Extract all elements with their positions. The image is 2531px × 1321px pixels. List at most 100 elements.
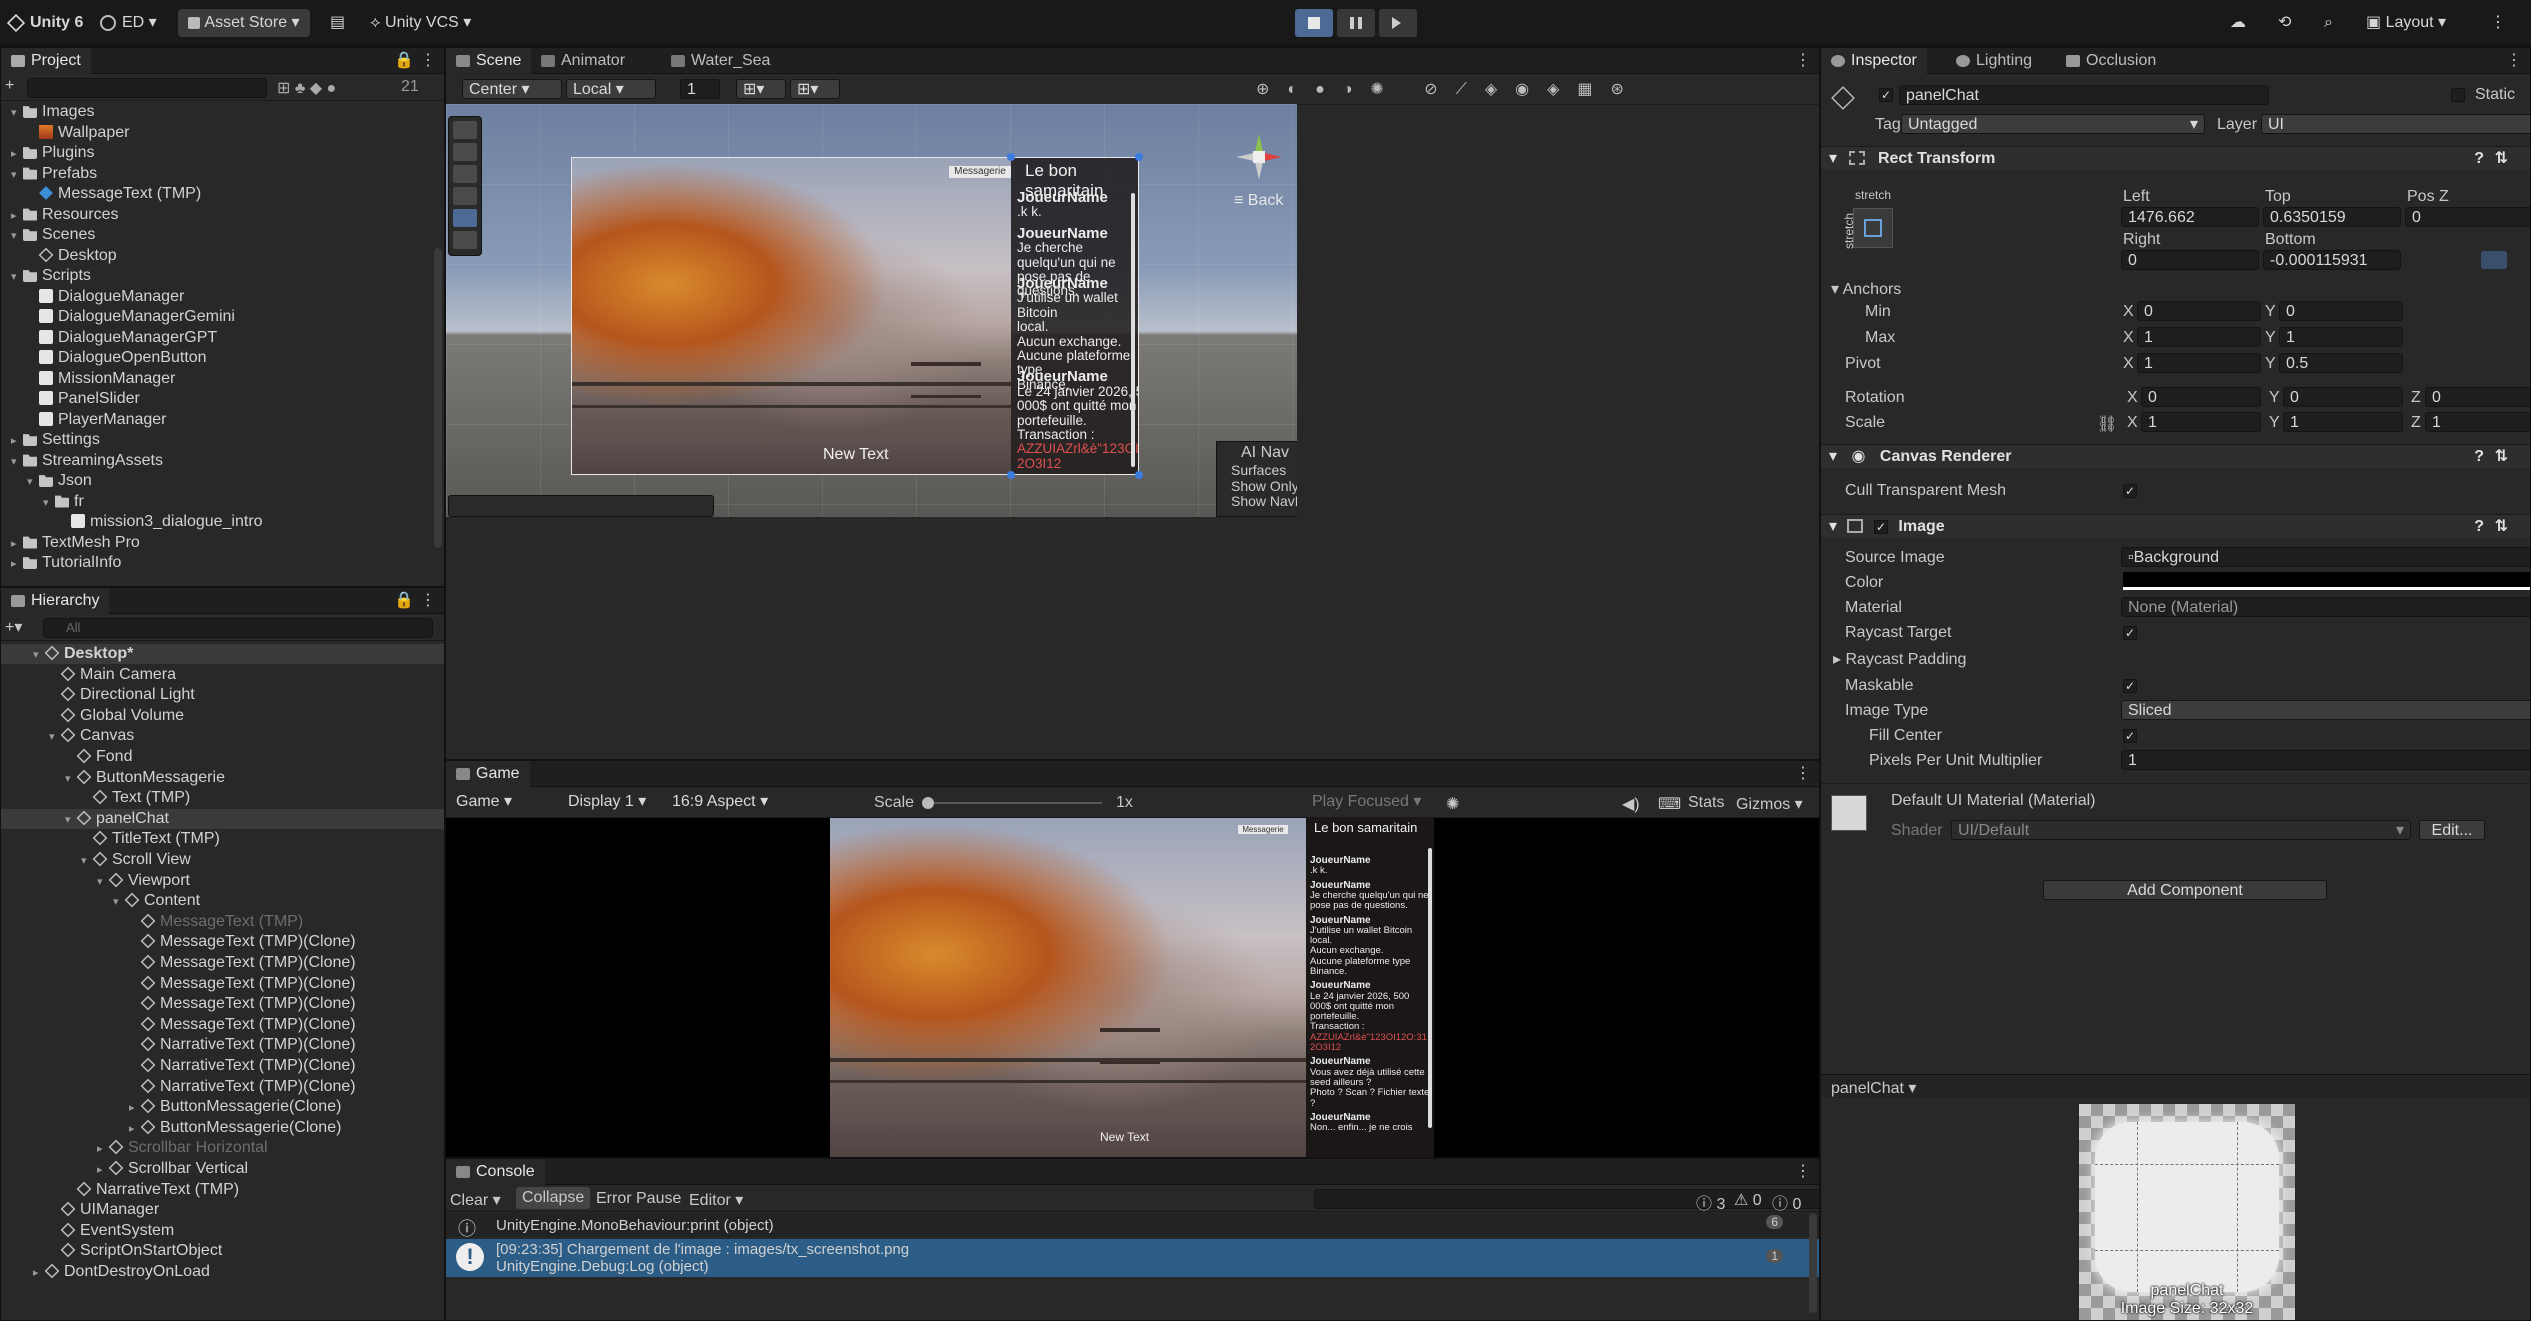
console-scrollbar[interactable]: [1809, 1213, 1817, 1313]
filter-icons[interactable]: ⊞ ♣ ◆ ●: [277, 78, 336, 98]
foldout-arrow-icon[interactable]: ▾: [81, 851, 93, 871]
error-count-button[interactable]: ⓘ 0: [1772, 1190, 1801, 1214]
foldout-arrow-icon[interactable]: ▾: [43, 493, 55, 513]
bottom-input[interactable]: -0.000115931: [2263, 250, 2401, 270]
panel-menu-icon[interactable]: ⋮: [1795, 1161, 1811, 1181]
step-button[interactable]: [1379, 9, 1417, 37]
rect-tool-icon[interactable]: [453, 209, 477, 227]
pivot-y-input[interactable]: 0.5: [2279, 353, 2403, 373]
hierarchy-item[interactable]: ▾ Viewport: [1, 871, 444, 891]
tab-occlusion[interactable]: Occlusion: [2056, 48, 2166, 74]
project-item[interactable]: ▸ TextMesh Pro: [11, 533, 140, 553]
project-item[interactable]: MissionManager: [27, 369, 175, 389]
gizmo-center[interactable]: [1253, 151, 1265, 163]
hand-tool-icon[interactable]: [453, 121, 477, 139]
play-focused-dropdown[interactable]: Play Focused ▾: [1306, 792, 1436, 812]
warn-count-button[interactable]: ⚠ 0: [1734, 1190, 1762, 1210]
chat-scrollbar[interactable]: [1428, 848, 1432, 1128]
anchor-handle[interactable]: [1135, 153, 1143, 161]
project-item[interactable]: DialogueManager: [27, 287, 184, 307]
min-y-input[interactable]: 0: [2279, 301, 2403, 321]
preview-title-dropdown[interactable]: panelChat ▾: [1831, 1078, 1916, 1098]
active-checkbox[interactable]: ✓: [1879, 88, 1893, 102]
help-icon[interactable]: ?: [2474, 445, 2484, 469]
project-item[interactable]: DialogueOpenButton: [27, 348, 207, 368]
rot-z-input[interactable]: 0: [2425, 387, 2530, 407]
scale-x-input[interactable]: 1: [2141, 412, 2261, 432]
panel-menu-icon[interactable]: ⋮: [420, 590, 436, 610]
foldout-arrow-icon[interactable]: ▸: [97, 1139, 109, 1159]
create-icon[interactable]: +▾: [5, 617, 22, 637]
tab-hierarchy[interactable]: Hierarchy: [1, 588, 110, 614]
scale-slider-handle[interactable]: [922, 797, 934, 809]
toolbar-menu-icon[interactable]: ⋮: [2490, 8, 2506, 38]
anchor-handle[interactable]: [1007, 471, 1015, 479]
foldout-arrow-icon[interactable]: ▾: [65, 810, 77, 830]
tag-dropdown[interactable]: Untagged ▾: [1901, 114, 2205, 134]
scale-z-input[interactable]: 1: [2425, 412, 2530, 432]
mute-icon[interactable]: ◀): [1622, 794, 1640, 814]
hierarchy-item[interactable]: MessageText (TMP)(Clone): [1, 932, 444, 952]
hierarchy-item[interactable]: TitleText (TMP): [1, 829, 444, 849]
hierarchy-item[interactable]: ▾ Canvas: [1, 726, 444, 746]
play-button[interactable]: [1295, 9, 1333, 37]
layout-dropdown[interactable]: ▣ Layout ▾: [2366, 8, 2446, 38]
hierarchy-search-input[interactable]: All: [43, 618, 433, 638]
scene-view[interactable]: New Text Messagerie Le bon samaritain Jo…: [446, 104, 1297, 517]
pause-button[interactable]: [1337, 9, 1375, 37]
stats-button[interactable]: Stats: [1688, 794, 1724, 812]
panel-menu-icon[interactable]: ⋮: [1795, 763, 1811, 783]
hierarchy-item[interactable]: NarrativeText (TMP)(Clone): [1, 1077, 444, 1097]
grid-size-input[interactable]: 1: [680, 79, 720, 99]
project-item[interactable]: Wallpaper: [27, 123, 129, 143]
lock-icon[interactable]: 🔒: [394, 590, 414, 610]
project-item[interactable]: DialogueManagerGemini: [27, 307, 235, 327]
aspect-dropdown[interactable]: 16:9 Aspect ▾: [666, 792, 866, 812]
foldout-arrow-icon[interactable]: ▸: [129, 1119, 141, 1139]
foldout-arrow-icon[interactable]: ▸: [11, 144, 23, 164]
hierarchy-item[interactable]: MessageText (TMP): [1, 912, 444, 932]
maskable-checkbox[interactable]: ✓: [2123, 679, 2137, 693]
foldout-arrow-icon[interactable]: ▸: [11, 534, 23, 554]
project-item[interactable]: ▸ Settings: [11, 430, 100, 450]
project-item[interactable]: ▸ TutorialInfo: [11, 553, 121, 573]
lock-icon[interactable]: 🔒: [394, 50, 414, 70]
add-component-button[interactable]: Add Component: [2043, 880, 2327, 900]
project-item[interactable]: ▸ Plugins: [11, 143, 94, 163]
top-input[interactable]: 0.6350159: [2263, 207, 2401, 227]
image-component-header[interactable]: ▾ ✓ Image ? ⇅: [1821, 514, 2530, 538]
hierarchy-item[interactable]: MessageText (TMP)(Clone): [1, 1015, 444, 1035]
preview-header[interactable]: panelChat ▾: [1821, 1074, 2530, 1098]
scale-tool-icon[interactable]: [453, 187, 477, 205]
editor-dropdown[interactable]: Editor ▾: [689, 1190, 743, 1210]
anchor-handle[interactable]: [1007, 153, 1015, 161]
raycast-padding-foldout[interactable]: ▸ Raycast Padding: [1833, 649, 1966, 669]
layer-dropdown[interactable]: UI: [2261, 114, 2530, 134]
blueprint-mode-button[interactable]: [2481, 251, 2507, 269]
hierarchy-item[interactable]: ScriptOnStartObject: [1, 1241, 444, 1261]
project-item[interactable]: ▸ Resources: [11, 205, 118, 225]
gizmo-neg-x-axis[interactable]: [1236, 153, 1254, 161]
posz-input[interactable]: 0: [2405, 207, 2530, 227]
hierarchy-item[interactable]: MessageText (TMP)(Clone): [1, 994, 444, 1014]
console-row[interactable]: ⓘ UnityEngine.MonoBehaviour:print (objec…: [446, 1213, 1819, 1239]
transform-tool-icon[interactable]: [453, 231, 477, 249]
foldout-arrow-icon[interactable]: ▾: [33, 645, 45, 665]
hierarchy-item[interactable]: NarrativeText (TMP): [1, 1180, 444, 1200]
game-view[interactable]: New Text Messagerie Le bon samaritain Jo…: [446, 818, 1819, 1157]
display-dropdown[interactable]: Display 1 ▾: [562, 792, 662, 812]
tab-animator[interactable]: Animator: [531, 48, 635, 74]
hierarchy-item[interactable]: UIManager: [1, 1200, 444, 1220]
hierarchy-item[interactable]: ▾ ButtonMessagerie: [1, 768, 444, 788]
foldout-arrow-icon[interactable]: ▸: [11, 206, 23, 226]
pivot-x-input[interactable]: 1: [2137, 353, 2261, 373]
hierarchy-item[interactable]: Main Camera: [1, 665, 444, 685]
shader-edit-button[interactable]: Edit...: [2419, 820, 2485, 840]
max-y-input[interactable]: 1: [2279, 327, 2403, 347]
right-input[interactable]: 0: [2121, 250, 2259, 270]
hierarchy-item[interactable]: ▾ panelChat: [1, 808, 444, 830]
static-checkbox[interactable]: [2451, 88, 2465, 102]
scale-y-input[interactable]: 1: [2283, 412, 2403, 432]
hierarchy-item[interactable]: ▸ Scrollbar Horizontal: [1, 1138, 444, 1158]
move-tool-icon[interactable]: [453, 143, 477, 161]
